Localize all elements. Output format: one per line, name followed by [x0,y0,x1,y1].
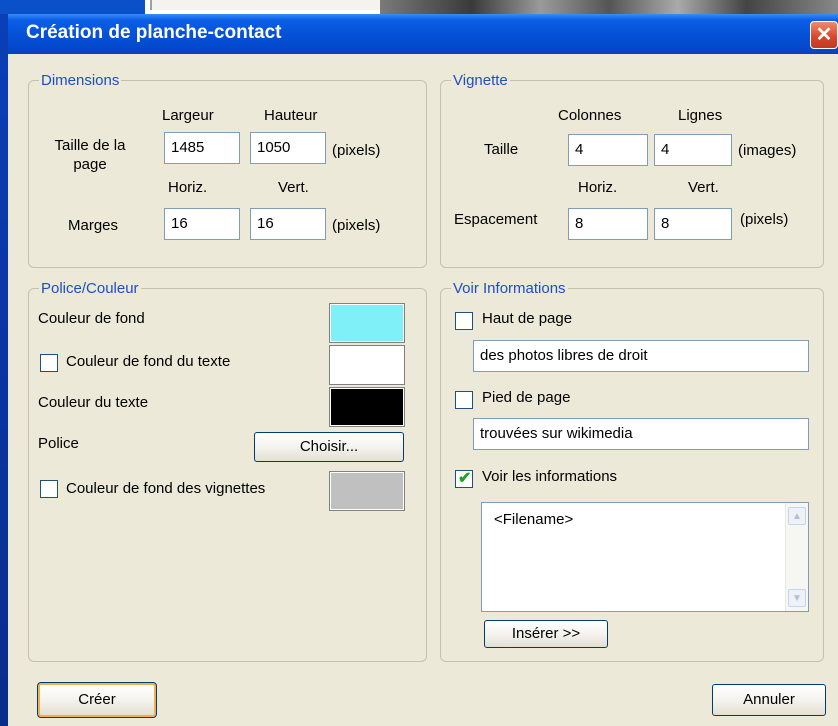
contact-sheet-dialog: Création de planche-contact ✕ Dimensions… [8,14,838,726]
header-input[interactable]: des photos libres de droit [473,340,809,372]
margins-label: Marges [68,217,119,234]
page-size-label-line2: page [73,156,107,173]
thumb-bg-label: Couleur de fond des vignettes [66,480,266,497]
close-button[interactable]: ✕ [810,21,838,49]
show-info-checkbox[interactable]: ✔ [455,470,473,488]
page-height-input[interactable]: 1050 [250,132,326,164]
width-column-label: Largeur [162,107,214,124]
margin-vert-input[interactable]: 16 [250,208,326,240]
show-info-label: Voir les informations [482,468,618,485]
margins-units: (pixels) [332,217,381,234]
info-legend: Voir Informations [453,280,566,297]
background-window-panel [150,0,382,10]
rows-input[interactable]: 4 [654,134,732,166]
text-bg-label: Couleur de fond du texte [66,353,231,370]
page-size-label-line1: Taille de la [54,137,126,154]
text-color-label: Couleur du texte [38,394,149,411]
page-size-label: Taille de la page [46,136,134,174]
thumbnail-size-label: Taille [484,141,519,158]
create-button[interactable]: Créer [37,682,157,718]
margin-horiz-input[interactable]: 16 [164,208,240,240]
header-checkbox[interactable] [455,312,473,330]
columns-input[interactable]: 4 [568,134,648,166]
dimensions-legend: Dimensions [41,72,120,89]
horiz-column-label: Horiz. [168,179,208,196]
background-photo [380,0,838,14]
text-bg-checkbox[interactable] [40,354,58,372]
header-label: Haut de page [482,310,573,327]
thumb-bg-checkbox[interactable] [40,480,58,498]
text-color-swatch[interactable] [329,387,405,427]
columns-column-label: Colonnes [558,107,622,124]
text-bg-swatch[interactable] [329,345,405,385]
page-width-input[interactable]: 1485 [164,132,240,164]
info-template-textarea[interactable]: <Filename> ▲ ▼ [481,502,809,612]
spacing-horiz-input[interactable]: 8 [568,208,648,240]
checkmark-icon: ✔ [458,470,472,487]
footer-label: Pied de page [482,389,571,406]
spacing-label: Espacement [454,211,538,228]
spacing-vert-column-label: Vert. [688,179,719,196]
footer-input[interactable]: trouvées sur wikimedia [473,418,809,450]
choose-font-button[interactable]: Choisir... [254,432,404,462]
height-column-label: Hauteur [264,107,318,124]
info-template-scrollbar[interactable]: ▲ ▼ [785,503,808,611]
vert-column-label: Vert. [278,179,309,196]
spacing-units: (pixels) [740,211,789,228]
spacing-horiz-column-label: Horiz. [578,179,618,196]
thumb-bg-swatch[interactable] [329,471,405,511]
font-color-legend: Police/Couleur [41,280,139,297]
close-icon: ✕ [815,24,833,46]
background-window-edge [0,0,145,14]
bg-color-label: Couleur de fond [38,310,145,327]
dialog-title: Création de planche-contact [26,22,282,43]
insert-button[interactable]: Insérer >> [484,620,608,648]
thumbnail-legend: Vignette [453,72,508,89]
scroll-down-icon[interactable]: ▼ [788,589,806,607]
background-window-strip [0,0,838,14]
title-bar[interactable]: Création de planche-contact ✕ [8,14,838,54]
scroll-up-icon[interactable]: ▲ [788,507,806,525]
font-label: Police [38,435,79,452]
bg-color-swatch[interactable] [329,303,405,343]
thumbnail-size-units: (images) [738,142,797,159]
page-size-units: (pixels) [332,142,381,159]
spacing-vert-input[interactable]: 8 [654,208,732,240]
footer-checkbox[interactable] [455,391,473,409]
cancel-button[interactable]: Annuler [712,684,826,716]
rows-column-label: Lignes [678,107,723,124]
info-template-text: <Filename> [494,511,574,528]
background-window-frame [0,14,8,726]
